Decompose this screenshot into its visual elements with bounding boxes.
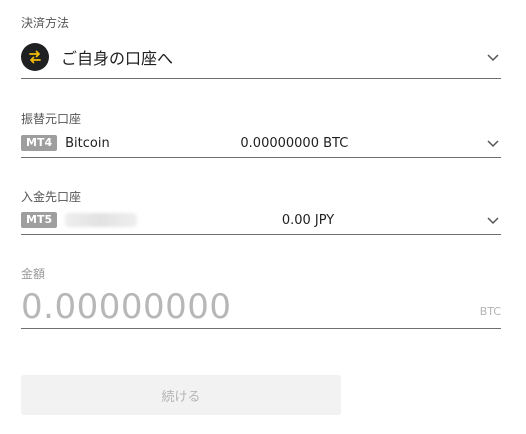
from-account-name: Bitcoin [65,135,110,151]
amount-label: 金額 [21,267,46,281]
payment-method-value: ご自身の口座へ [61,49,174,68]
continue-button[interactable]: 続ける [21,375,341,415]
redacted-account-name [65,213,138,227]
to-account-label: 入金先口座 [21,190,82,204]
amount-value[interactable]: 0.00000000 [21,286,232,328]
chevron-down-icon[interactable] [485,135,501,151]
amount-unit: BTC [479,305,501,318]
from-account-label: 振替元口座 [21,112,82,126]
from-account-badge: MT4 [21,135,58,151]
to-account-badge: MT5 [21,212,58,228]
amount-input[interactable]: 0.00000000 BTC [21,282,501,329]
payment-method-label: 決済方法 [21,16,70,30]
payment-method-select[interactable]: ご自身の口座へ [21,36,501,79]
chevron-down-icon[interactable] [485,212,501,228]
from-account-balance: 0.00000000 BTC [240,135,349,151]
to-account-balance: 0.00 JPY [281,212,335,228]
transfer-arrows-icon [21,43,49,71]
chevron-down-icon[interactable] [485,49,501,65]
from-account-select[interactable]: MT4 Bitcoin 0.00000000 BTC [21,129,501,158]
to-account-select[interactable]: MT5 0.00 JPY [21,206,501,235]
